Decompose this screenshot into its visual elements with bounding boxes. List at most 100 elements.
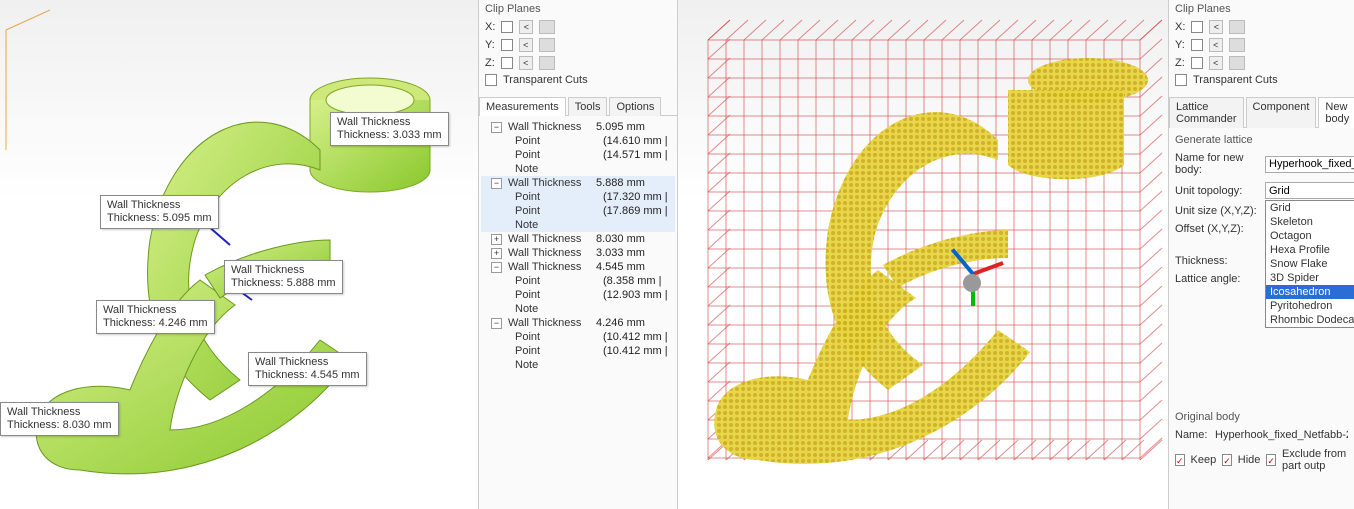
unit-topology-option[interactable]: Rhombic Dodecahedron (1266, 313, 1354, 327)
callout-5095: Wall Thickness Thickness: 5.095 mm (100, 195, 219, 229)
unit-topology-option[interactable]: Octagon (1266, 229, 1354, 243)
transparent-cuts-checkbox-2[interactable] (1175, 74, 1187, 86)
clip-axis-swatch[interactable] (1229, 38, 1245, 52)
tree-group-value: 8.030 mm (596, 233, 645, 245)
clip-axis-checkbox[interactable] (501, 21, 513, 33)
clip-axis-label: Z: (1175, 57, 1185, 69)
tree-child[interactable]: Point(12.903 mm | (481, 288, 675, 302)
tree-child[interactable]: Point(14.571 mm | (481, 148, 675, 162)
callout-5888: Wall Thickness Thickness: 5.888 mm (224, 260, 343, 294)
tree-child-value: (14.571 mm | (603, 149, 668, 161)
name-for-new-body-input[interactable] (1265, 156, 1354, 173)
unit-topology-option[interactable]: Hexa Profile (1266, 243, 1354, 257)
panel-measurements: Clip Planes X:<Y:<Z:< Transparent Cuts M… (478, 0, 678, 509)
tree-child-label: Point (515, 289, 601, 301)
tree-expander-icon[interactable]: − (491, 262, 502, 273)
tree-child-label: Note (515, 303, 601, 315)
tree-group[interactable]: −Wall Thickness4.246 mm (481, 316, 675, 330)
clip-axis-checkbox[interactable] (501, 57, 513, 69)
unit-topology-option[interactable]: Icosahedron (1266, 285, 1354, 299)
tab-options[interactable]: Options (609, 97, 661, 116)
panel-lattice: Clip Planes X:<Y:<Z:< Transparent Cuts L… (1168, 0, 1354, 509)
tree-group[interactable]: + Wall Thickness8.030 mm (481, 232, 675, 246)
exclude-label: Exclude from part outp (1282, 448, 1348, 472)
tab-measurements[interactable]: Measurements (479, 97, 566, 116)
clip-axis-swatch[interactable] (539, 38, 555, 52)
tree-child[interactable]: Note (481, 218, 675, 232)
viewport-left[interactable]: Wall Thickness Thickness: 3.033 mm Wall … (0, 0, 478, 509)
measurement-tree[interactable]: −Wall Thickness5.095 mmPoint(14.610 mm |… (479, 116, 677, 376)
tree-child[interactable]: Point(8.358 mm | (481, 274, 675, 288)
tab-tools[interactable]: Tools (568, 97, 608, 116)
tree-child[interactable]: Point(17.869 mm | (481, 204, 675, 218)
clip-axis-checkbox[interactable] (501, 39, 513, 51)
name-for-new-body-label: Name for new body: (1175, 152, 1261, 176)
tree-child[interactable]: Note (481, 162, 675, 176)
tree-expander-icon[interactable]: + (491, 248, 502, 259)
viewport-right[interactable] (678, 0, 1168, 509)
clip-axis-swatch[interactable] (539, 56, 555, 70)
tree-group-label: Wall Thickness (508, 261, 594, 273)
thickness-label: Thickness: (1175, 255, 1261, 267)
unit-topology-option[interactable]: Snow Flake (1266, 257, 1354, 271)
tree-expander-icon[interactable]: − (491, 318, 502, 329)
clip-axis-label: Y: (1175, 39, 1185, 51)
clip-axis-swatch[interactable] (539, 20, 555, 34)
orig-name-value: Hyperhook_fixed_Netfabb-2remesh Lattic (1215, 429, 1348, 441)
tree-expander-icon[interactable]: − (491, 178, 502, 189)
clip-axis-less-button[interactable]: < (1209, 38, 1223, 52)
tree-child-label: Note (515, 359, 601, 371)
tree-child-value: (10.412 mm | (603, 331, 668, 343)
tree-expander-icon[interactable]: + (491, 234, 502, 245)
keep-checkbox[interactable] (1175, 454, 1185, 466)
exclude-checkbox[interactable] (1266, 454, 1276, 466)
clip-axis-less-button[interactable]: < (1209, 56, 1223, 70)
tree-child-label: Point (515, 149, 601, 161)
clip-axis-checkbox[interactable] (1191, 21, 1203, 33)
tree-child-value: (10.412 mm | (603, 345, 668, 357)
tree-child[interactable]: Point(14.610 mm | (481, 134, 675, 148)
hide-checkbox[interactable] (1222, 454, 1232, 466)
tree-child[interactable]: Point(17.320 mm | (481, 190, 675, 204)
tab-component[interactable]: Component (1246, 97, 1317, 128)
generate-lattice-header: Generate lattice (1169, 128, 1354, 149)
clip-axis-checkbox[interactable] (1191, 39, 1203, 51)
clip-planes-title: Clip Planes (479, 0, 677, 18)
unit-topology-select[interactable] (1265, 182, 1354, 199)
unit-topology-option[interactable]: Pyritohedron (1266, 299, 1354, 313)
tab-new-body[interactable]: New body (1318, 97, 1354, 128)
tree-group[interactable]: −Wall Thickness4.545 mm (481, 260, 675, 274)
tree-child[interactable]: Point(10.412 mm | (481, 330, 675, 344)
tree-child[interactable]: Point(10.412 mm | (481, 344, 675, 358)
mid-tabs: Measurements Tools Options (479, 96, 677, 116)
clip-axis-less-button[interactable]: < (519, 56, 533, 70)
clip-axis-less-button[interactable]: < (1209, 20, 1223, 34)
clip-axis-swatch[interactable] (1229, 20, 1245, 34)
unit-topology-option[interactable]: 3D Spider (1266, 271, 1354, 285)
tree-group-value: 4.246 mm (596, 317, 645, 329)
keep-label: Keep (1191, 454, 1217, 466)
clip-axis-checkbox[interactable] (1191, 57, 1203, 69)
axis-gizmo[interactable] (933, 234, 1013, 314)
tree-child[interactable]: Note (481, 358, 675, 372)
offset-label: Offset (X,Y,Z): (1175, 223, 1261, 235)
tree-group-label: Wall Thickness (508, 247, 594, 259)
clip-axis-less-button[interactable]: < (519, 20, 533, 34)
tree-group-label: Wall Thickness (508, 233, 594, 245)
tree-child-value: (17.869 mm | (603, 205, 668, 217)
tree-child-value: (17.320 mm | (603, 191, 668, 203)
unit-topology-option[interactable]: Skeleton (1266, 215, 1354, 229)
tree-group[interactable]: −Wall Thickness5.095 mm (481, 120, 675, 134)
axis-z (951, 248, 975, 275)
transparent-cuts-checkbox[interactable] (485, 74, 497, 86)
tree-child[interactable]: Note (481, 302, 675, 316)
unit-topology-dropdown[interactable]: GridSkeletonOctagonHexa ProfileSnow Flak… (1265, 200, 1354, 328)
tree-expander-icon[interactable]: − (491, 122, 502, 133)
callout-8030: Wall Thickness Thickness: 8.030 mm (0, 402, 119, 436)
clip-axis-less-button[interactable]: < (519, 38, 533, 52)
unit-topology-option[interactable]: Grid (1266, 201, 1354, 215)
tree-group[interactable]: +Wall Thickness3.033 mm (481, 246, 675, 260)
tree-group[interactable]: −Wall Thickness5.888 mm (481, 176, 675, 190)
clip-axis-swatch[interactable] (1229, 56, 1245, 70)
tab-lattice-commander[interactable]: Lattice Commander (1169, 97, 1244, 128)
